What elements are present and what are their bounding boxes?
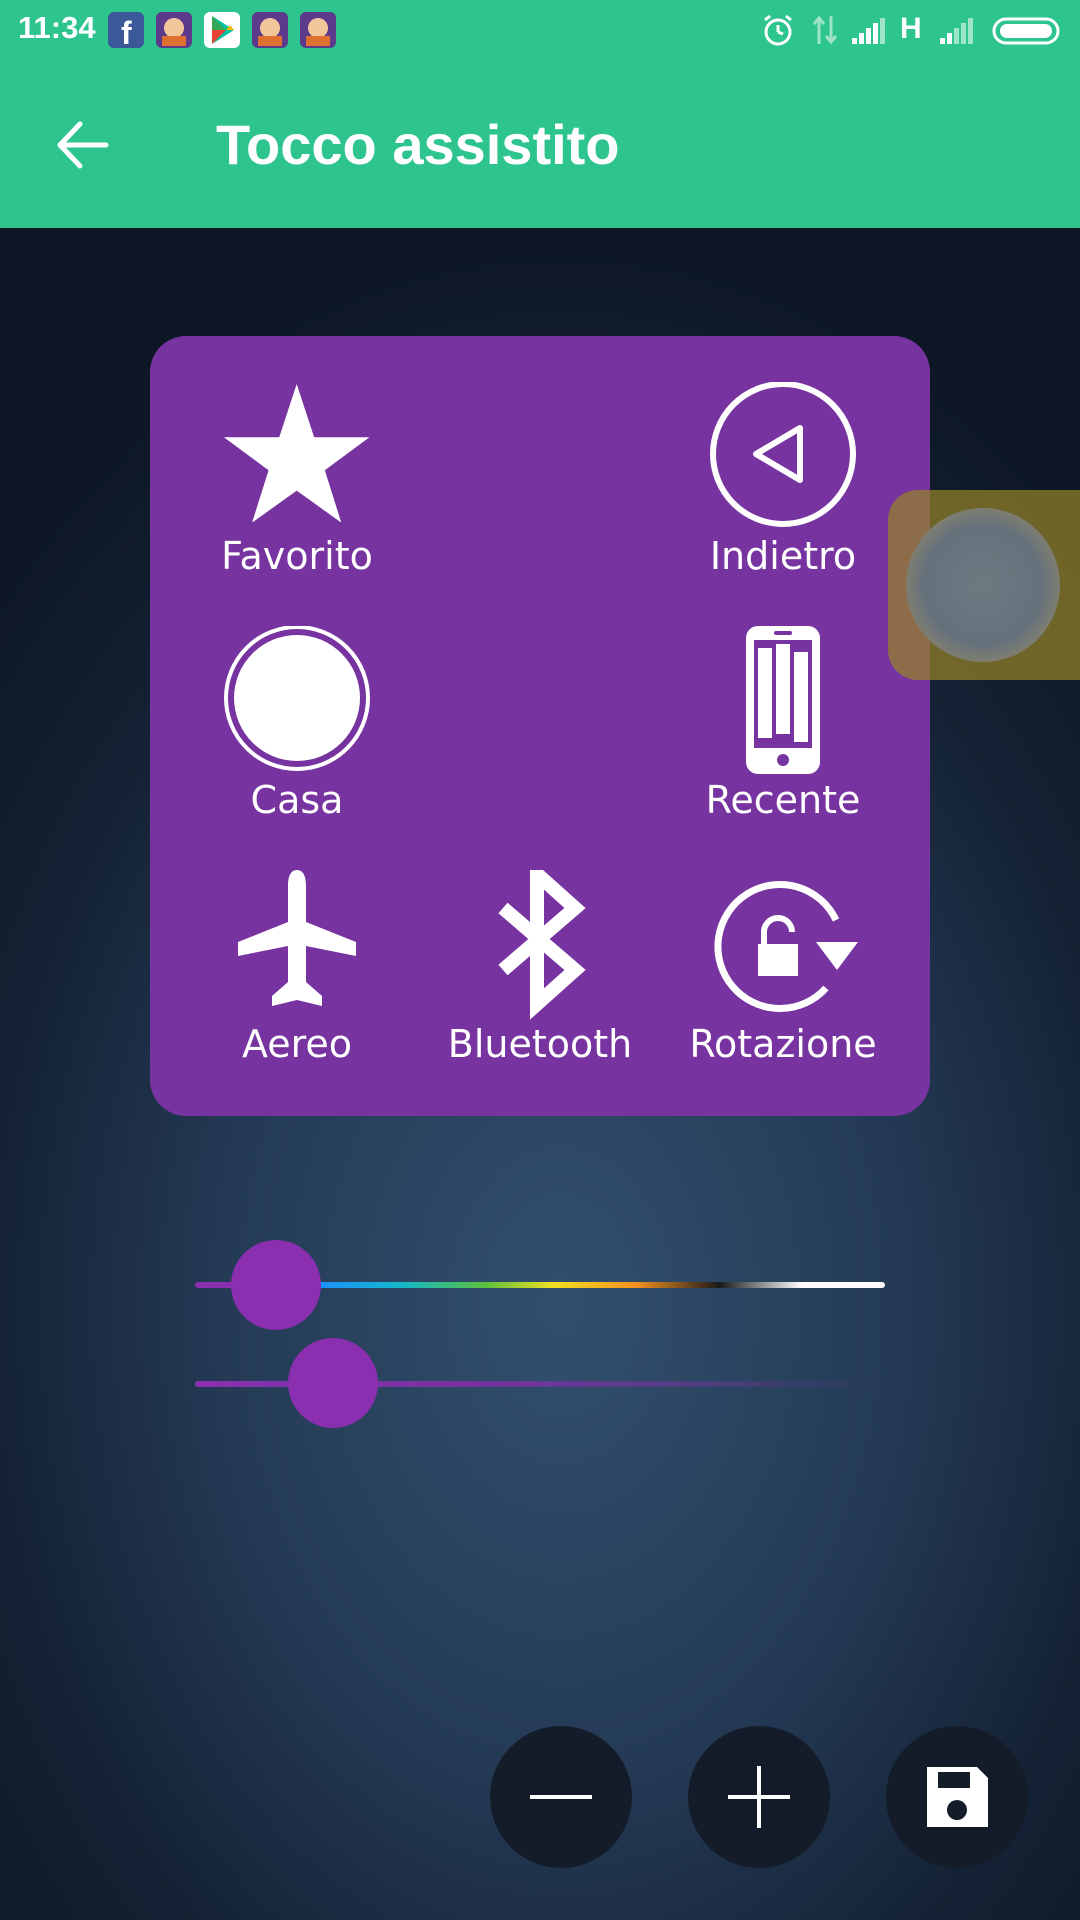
floating-touch-button[interactable] <box>888 490 1080 680</box>
menu-item-label: Casa <box>250 778 344 822</box>
menu-item-label: Bluetooth <box>447 1022 633 1066</box>
opacity-slider-thumb[interactable] <box>288 1338 378 1428</box>
floating-button-circle <box>906 508 1060 662</box>
back-button[interactable] <box>50 112 116 178</box>
data-arrows-icon <box>812 15 838 45</box>
menu-item-label: Rotazione <box>689 1022 877 1066</box>
bluetooth-icon <box>498 870 586 1020</box>
save-button[interactable] <box>886 1726 1028 1868</box>
color-slider[interactable] <box>195 1240 885 1330</box>
menu-item-aereo[interactable]: Aereo <box>187 870 407 1070</box>
menu-item-bluetooth[interactable]: Bluetooth <box>430 870 650 1070</box>
menu-item-recente[interactable]: Recente <box>673 626 893 826</box>
menu-item-favorito[interactable]: Favorito <box>187 382 407 582</box>
game-icon <box>300 12 336 48</box>
recent-apps-icon <box>746 626 820 774</box>
network-type: H <box>900 12 922 45</box>
battery-icon <box>992 17 1060 45</box>
game-icon <box>252 12 288 48</box>
game-icon <box>156 12 192 48</box>
color-slider-thumb[interactable] <box>231 1240 321 1330</box>
opacity-slider[interactable] <box>195 1338 885 1428</box>
rotation-lock-icon <box>714 881 858 1012</box>
signal-icon <box>940 18 973 44</box>
menu-item-label: Recente <box>705 778 861 822</box>
save-icon <box>927 1767 988 1827</box>
back-arrow-icon <box>57 121 109 169</box>
status-bar: 11:34 f H <box>0 0 1080 60</box>
facebook-icon: f <box>108 12 144 51</box>
home-circle-icon <box>224 626 370 771</box>
assistive-menu-panel: Favorito Indietro Casa Recente Aereo Blu… <box>150 336 930 1116</box>
minus-icon <box>530 1795 592 1799</box>
airplane-icon <box>238 870 356 1006</box>
alarm-icon <box>764 14 792 46</box>
back-triangle-icon <box>710 382 856 527</box>
plus-icon <box>728 1766 790 1828</box>
app-bar: Tocco assistito <box>0 60 1080 228</box>
svg-text:f: f <box>121 15 132 48</box>
signal-icon <box>852 18 885 44</box>
menu-item-indietro[interactable]: Indietro <box>673 382 893 582</box>
menu-item-casa[interactable]: Casa <box>187 626 407 826</box>
menu-item-label: Aereo <box>241 1022 353 1066</box>
menu-item-rotazione[interactable]: Rotazione <box>673 870 893 1070</box>
zoom-in-button[interactable] <box>688 1726 830 1868</box>
menu-item-label: Indietro <box>709 534 857 578</box>
menu-item-label: Favorito <box>221 534 373 578</box>
page-title: Tocco assistito <box>216 113 620 176</box>
star-icon <box>223 383 370 522</box>
play-store-icon <box>204 12 240 48</box>
zoom-out-button[interactable] <box>490 1726 632 1868</box>
clock: 11:34 <box>18 10 96 45</box>
